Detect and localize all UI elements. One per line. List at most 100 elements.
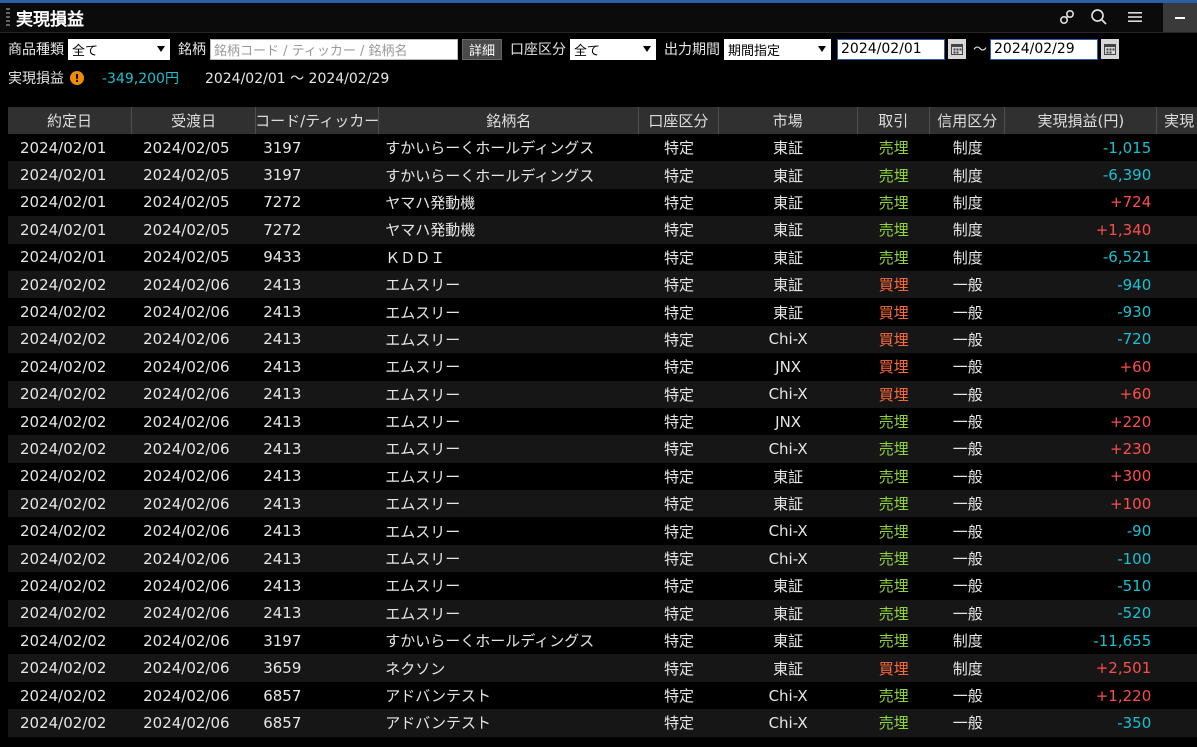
column-header[interactable]: 銘柄名: [379, 107, 640, 134]
pl-cell: -90: [1126, 522, 1152, 541]
menu-icon[interactable]: [1123, 6, 1147, 28]
trade-date-cell: 2024/02/02: [20, 686, 107, 705]
table-row[interactable]: 2024/02/02 2024/02/06 2413 エムスリー 特定 Chi-X 売埋 一般…: [8, 544, 1197, 573]
margin-type-cell: 一般: [952, 303, 983, 322]
column-header[interactable]: 市場: [719, 107, 858, 134]
pl-cell: +230: [1110, 439, 1152, 458]
table-row[interactable]: 2024/02/02 2024/02/06 3197 すかいらーくホールディングス 特定…: [8, 627, 1197, 655]
symbol-name-cell: エムスリー: [385, 495, 461, 514]
account-cell: 特定: [663, 385, 694, 404]
market-cell: 東証: [773, 139, 804, 158]
minimize-icon: [1175, 16, 1185, 19]
trade-type-cell: 売埋: [878, 714, 909, 733]
trade-date-cell: 2024/02/02: [20, 522, 107, 541]
account-cell: 特定: [663, 166, 694, 185]
market-cell: JNX: [775, 357, 802, 376]
product-type-select[interactable]: 全て: [68, 38, 170, 60]
table-row[interactable]: 2024/02/01 2024/02/05 3197 すかいらーくホールディングス 特定…: [8, 161, 1197, 189]
table-row[interactable]: 2024/02/01 2024/02/05 3197 すかいらーくホールディングス 特定…: [8, 134, 1197, 162]
overflow-cell: [1157, 435, 1197, 462]
calendar-icon[interactable]: [1101, 39, 1120, 59]
market-cell: 東証: [773, 248, 804, 267]
symbol-name-cell: すかいらーくホールディングス: [385, 632, 595, 651]
trade-date-cell: 2024/02/01: [20, 138, 107, 157]
table-row[interactable]: 2024/02/02 2024/02/06 2413 エムスリー 特定 東証 売埋 一般 +30…: [8, 462, 1197, 491]
margin-type-cell: 制度: [952, 659, 983, 678]
market-cell: 東証: [773, 467, 804, 486]
drag-handle[interactable]: [6, 7, 10, 28]
window-titlebar: 実現損益: [0, 3, 1197, 33]
table-row[interactable]: 2024/02/02 2024/02/06 2413 エムスリー 特定 Chi-X 買埋 一般…: [8, 380, 1197, 408]
code-cell: 3659: [263, 659, 302, 678]
table-row[interactable]: 2024/02/01 2024/02/05 9433 ＫＤＤＩ 特定 東証 売埋 制度 -6,5…: [8, 243, 1197, 271]
table-row[interactable]: 2024/02/02 2024/02/06 2413 エムスリー 特定 東証 売埋 一般 -51…: [8, 572, 1197, 600]
table-row[interactable]: 2024/02/02 2024/02/06 2413 エムスリー 特定 東証 買埋 一般 -94…: [8, 270, 1197, 299]
table-row[interactable]: 2024/02/02 2024/02/06 2413 エムスリー 特定 JNX 買埋 一般 +6…: [8, 353, 1197, 381]
table-row[interactable]: 2024/02/02 2024/02/06 2413 エムスリー 特定 JNX 売埋 一般 +2…: [8, 407, 1197, 436]
summary-label: 実現損益: [8, 71, 64, 87]
account-cell: 特定: [663, 604, 694, 623]
settle-date-cell: 2024/02/06: [143, 713, 230, 732]
pl-cell: +1,340: [1095, 220, 1152, 239]
trade-date-cell: 2024/02/02: [20, 467, 107, 486]
column-header[interactable]: 受渡日: [132, 107, 257, 134]
table-row[interactable]: 2024/02/02 2024/02/06 2413 エムスリー 特定 Chi-X 売埋 一般…: [8, 517, 1197, 545]
column-header[interactable]: 実現損益(円): [1005, 107, 1158, 134]
date-to-input[interactable]: 2024/02/29: [990, 38, 1099, 60]
overflow-cell: [1157, 271, 1197, 298]
settle-date-cell: 2024/02/06: [143, 412, 230, 431]
margin-type-cell: 一般: [952, 440, 983, 459]
table-row[interactable]: 2024/02/02 2024/02/06 2413 エムスリー 特定 東証 売埋 一般 +10…: [8, 490, 1197, 518]
column-header[interactable]: 実現: [1157, 107, 1197, 134]
trade-type-cell: 売埋: [878, 248, 909, 267]
account-cell: 特定: [663, 632, 694, 651]
margin-type-cell: 制度: [952, 193, 983, 212]
column-header[interactable]: 口座区分: [639, 107, 719, 134]
table-row[interactable]: 2024/02/02 2024/02/06 2413 エムスリー 特定 Chi-X 買埋 一般…: [8, 325, 1197, 354]
table-row[interactable]: 2024/02/02 2024/02/06 2413 エムスリー 特定 東証 売埋 一般 -52…: [8, 599, 1197, 628]
account-cell: 特定: [663, 577, 694, 596]
table-row[interactable]: 2024/02/02 2024/02/06 3659 ネクソン 特定 東証 買埋 制度 +2,5…: [8, 654, 1197, 682]
warning-icon[interactable]: !: [70, 71, 84, 85]
code-cell: 2413: [263, 522, 302, 541]
minimize-button[interactable]: [1163, 3, 1197, 32]
detail-button[interactable]: 詳細: [462, 38, 503, 60]
date-from-input[interactable]: 2024/02/01: [837, 38, 946, 60]
pl-cell: +60: [1119, 357, 1152, 376]
account-type-select[interactable]: 全て: [570, 38, 657, 60]
settle-date-cell: 2024/02/06: [143, 439, 230, 458]
search-icon[interactable]: [1087, 6, 1111, 28]
table-row[interactable]: 2024/02/02 2024/02/06 6857 アドバンテスト 特定 Chi-X 売埋…: [8, 709, 1197, 737]
market-cell: Chi-X: [768, 686, 808, 705]
margin-type-cell: 一般: [952, 467, 983, 486]
market-cell: Chi-X: [768, 385, 808, 404]
table-row[interactable]: 2024/02/01 2024/02/05 7272 ヤマハ発動機 特定 東証 売埋 制度 +7…: [8, 188, 1197, 217]
symbol-input[interactable]: 銘柄コード / ティッカー / 銘柄名: [210, 38, 458, 60]
calendar-icon[interactable]: [948, 39, 967, 59]
overflow-cell: [1157, 244, 1197, 271]
column-header[interactable]: 約定日: [8, 107, 133, 134]
table-row[interactable]: 2024/02/01 2024/02/05 7272 ヤマハ発動機 特定 東証 売埋 制度 +1…: [8, 216, 1197, 244]
pl-cell: -6,521: [1102, 248, 1152, 267]
column-header[interactable]: 取引: [858, 107, 930, 134]
column-header[interactable]: コード/ティッカー: [256, 107, 380, 134]
margin-type-cell: 一般: [952, 330, 983, 349]
table-row[interactable]: 2024/02/02 2024/02/06 2413 エムスリー 特定 東証 買埋 一般 -93…: [8, 298, 1197, 326]
account-cell: 特定: [663, 248, 694, 267]
pl-cell: +300: [1110, 467, 1152, 486]
chevron-down-icon: [157, 45, 165, 52]
code-cell: 2413: [263, 412, 302, 431]
link-icon[interactable]: [1055, 6, 1079, 28]
market-cell: Chi-X: [768, 549, 808, 568]
table-row[interactable]: 2024/02/02 2024/02/06 6857 アドバンテスト 特定 Chi-X 売埋…: [8, 681, 1197, 710]
market-cell: 東証: [773, 193, 804, 212]
code-cell: 3197: [263, 138, 302, 157]
margin-type-cell: 一般: [952, 385, 983, 404]
period-select[interactable]: 期間指定: [724, 38, 832, 60]
market-cell: 東証: [773, 221, 804, 240]
column-header[interactable]: 信用区分: [930, 107, 1006, 134]
settle-date-cell: 2024/02/05: [143, 193, 230, 212]
settle-date-cell: 2024/02/06: [143, 686, 230, 705]
settle-date-cell: 2024/02/06: [143, 275, 230, 294]
table-row[interactable]: 2024/02/02 2024/02/06 2413 エムスリー 特定 Chi-X 売埋 一般…: [8, 435, 1197, 463]
